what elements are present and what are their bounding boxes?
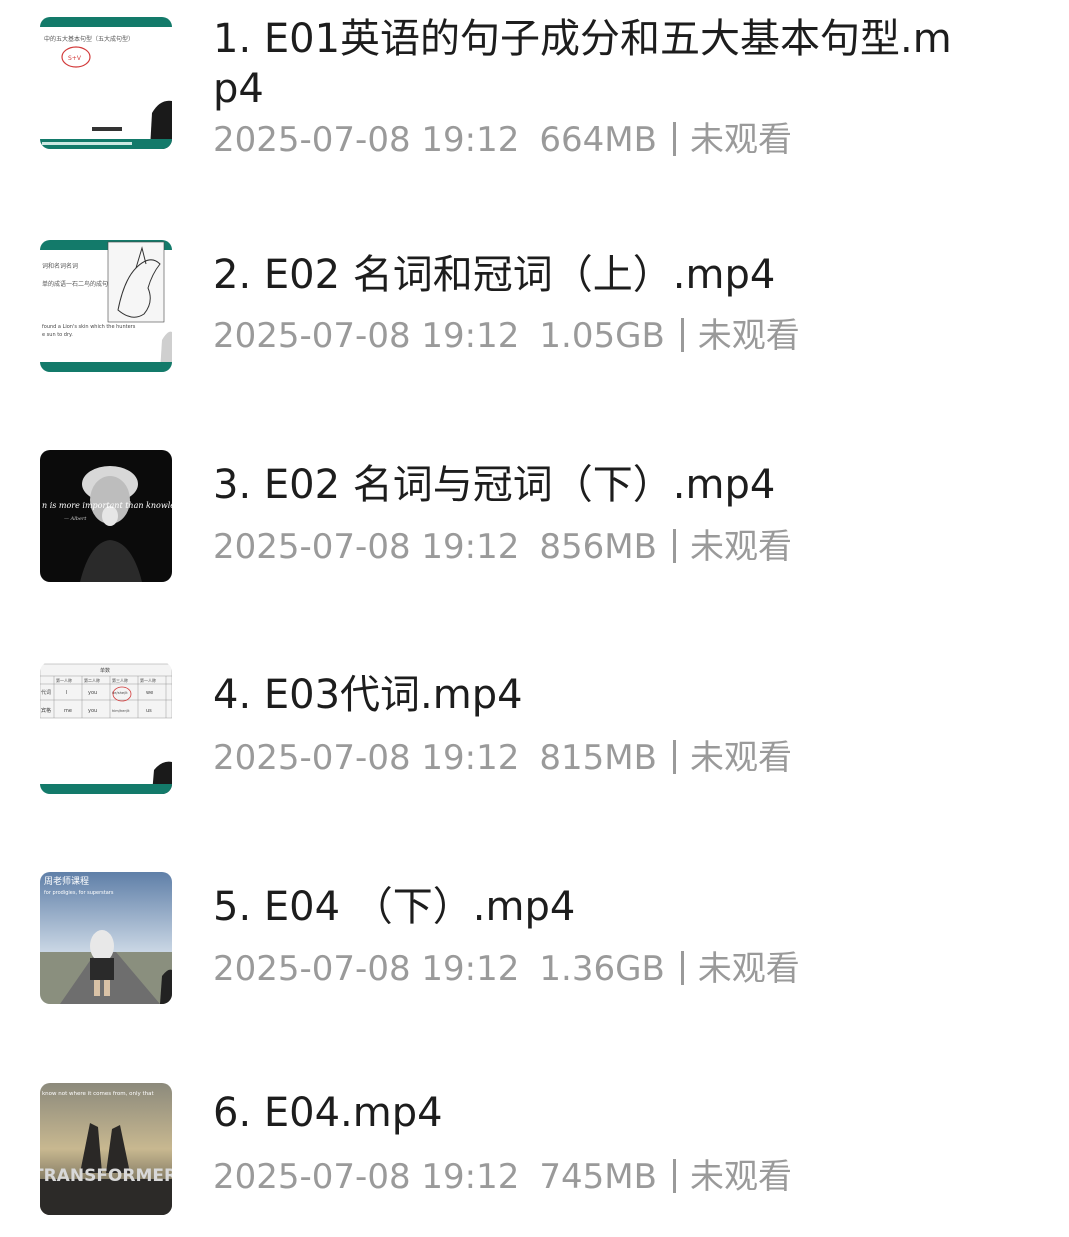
pronoun-table-image: 单数 第一人称 第二人称 第三人称 第一人称 代词 I you he/she/i… [40, 662, 172, 794]
thumb-text: him/her/it [112, 709, 130, 713]
movie-poster-image: know not where it comes from, only that … [40, 1083, 172, 1215]
thumb-text: 词和名词名词 [42, 262, 78, 270]
file-size: 856MB [539, 527, 657, 567]
file-date: 2025-07-08 19:12 [213, 120, 520, 160]
file-meta: 2025-07-08 19:12 1.36GB 未观看 [213, 947, 800, 991]
file-list: 中的五大基本句型（五大成句型） S+V 1. E01英语的句子成分和五大基本句型… [0, 0, 1069, 1237]
thumb-text: 第三人称 [112, 677, 128, 683]
separator [680, 318, 684, 352]
road-scene-image: 周老师课程 for prodigies, for superstars [40, 872, 172, 1004]
file-size: 745MB [539, 1157, 657, 1197]
thumb-text: you [88, 708, 97, 714]
thumb-text: for prodigies, for superstars [44, 890, 114, 896]
watch-status: 未观看 [697, 316, 800, 356]
file-item-3[interactable]: n is more important than knowledge — Alb… [0, 440, 1069, 590]
thumb-text: know not where it comes from, only that [42, 1091, 155, 1097]
file-meta: 2025-07-08 19:12 815MB 未观看 [213, 736, 792, 780]
file-date: 2025-07-08 19:12 [213, 316, 520, 356]
file-item-4[interactable]: 单数 第一人称 第二人称 第三人称 第一人称 代词 I you he/she/i… [0, 650, 1069, 800]
thumb-text: 单的成语一石二鸟的成句 [42, 280, 108, 288]
file-size: 815MB [539, 738, 657, 778]
file-date: 2025-07-08 19:12 [213, 1157, 520, 1197]
file-title[interactable]: 6. E04.mp4 [213, 1088, 973, 1138]
einstein-quote-image: n is more important than knowledge — Alb… [40, 450, 172, 582]
thumb-text: 第二人称 [84, 677, 100, 683]
file-title[interactable]: 1. E01英语的句子成分和五大基本句型.mp4 [213, 14, 973, 114]
thumb-text: 代词 [41, 689, 51, 696]
thumb-text: us [146, 708, 152, 714]
watch-status: 未观看 [697, 949, 800, 989]
thumbnail-2[interactable]: 词和名词名词 单的成语一石二鸟的成句 found a Lion's skin w… [40, 240, 172, 372]
file-item-1[interactable]: 中的五大基本句型（五大成句型） S+V 1. E01英语的句子成分和五大基本句型… [0, 0, 1069, 160]
thumb-text: 宾格 [41, 707, 51, 714]
thumb-text: 周老师课程 [44, 875, 89, 887]
thumb-text: n is more important than knowledge [42, 501, 172, 510]
file-date: 2025-07-08 19:12 [213, 949, 520, 989]
thumb-text: you [88, 690, 97, 696]
thumbnail-3[interactable]: n is more important than knowledge — Alb… [40, 450, 172, 582]
lecture-slide-image: 词和名词名词 单的成语一石二鸟的成句 found a Lion's skin w… [40, 240, 172, 372]
thumbnail-4[interactable]: 单数 第一人称 第二人称 第三人称 第一人称 代词 I you he/she/i… [40, 662, 172, 794]
thumbnail-1[interactable]: 中的五大基本句型（五大成句型） S+V [40, 17, 172, 149]
file-date: 2025-07-08 19:12 [213, 738, 520, 778]
file-meta: 2025-07-08 19:12 664MB 未观看 [213, 118, 792, 162]
thumb-text: S+V [68, 55, 82, 62]
file-meta: 2025-07-08 19:12 856MB 未观看 [213, 525, 792, 569]
thumb-text: 第一人称 [56, 677, 72, 683]
file-size: 1.36GB [539, 949, 665, 989]
file-item-5[interactable]: 周老师课程 for prodigies, for superstars 5. E… [0, 860, 1069, 1010]
thumb-text: me [64, 708, 72, 714]
watch-status: 未观看 [689, 738, 792, 778]
thumb-text: we [146, 690, 153, 696]
file-meta: 2025-07-08 19:12 1.05GB 未观看 [213, 314, 800, 358]
file-size: 664MB [539, 120, 657, 160]
thumb-text: found a Lion's skin which the hunters [42, 324, 136, 330]
file-date: 2025-07-08 19:12 [213, 527, 520, 567]
thumbnail-5[interactable]: 周老师课程 for prodigies, for superstars [40, 872, 172, 1004]
thumb-text: — Albert [64, 516, 87, 522]
separator [672, 740, 676, 774]
thumb-text: e sun to dry. [42, 332, 73, 338]
thumb-text: 第一人称 [140, 677, 156, 683]
file-title[interactable]: 4. E03代词.mp4 [213, 670, 973, 720]
file-item-2[interactable]: 词和名词名词 单的成语一石二鸟的成句 found a Lion's skin w… [0, 230, 1069, 380]
file-item-6[interactable]: know not where it comes from, only that … [0, 1068, 1069, 1218]
lecture-slide-image: 中的五大基本句型（五大成句型） S+V [40, 17, 172, 149]
separator [680, 951, 684, 985]
file-size: 1.05GB [539, 316, 665, 356]
separator [672, 1159, 676, 1193]
thumbnail-6[interactable]: know not where it comes from, only that … [40, 1083, 172, 1215]
file-title[interactable]: 2. E02 名词和冠词（上）.mp4 [213, 250, 973, 300]
file-title[interactable]: 3. E02 名词与冠词（下）.mp4 [213, 460, 973, 510]
separator [672, 529, 676, 563]
watch-status: 未观看 [689, 120, 792, 160]
file-title[interactable]: 5. E04 （下）.mp4 [213, 882, 973, 932]
watch-status: 未观看 [689, 1157, 792, 1197]
file-meta: 2025-07-08 19:12 745MB 未观看 [213, 1155, 792, 1199]
thumb-text: he/she/it [112, 691, 128, 695]
separator [672, 122, 676, 156]
thumb-text: TRANSFORMERS [40, 1166, 172, 1186]
thumb-text: 单数 [100, 667, 110, 674]
thumb-text: 中的五大基本句型（五大成句型） [44, 35, 134, 43]
thumb-text: I [66, 690, 67, 696]
watch-status: 未观看 [689, 527, 792, 567]
